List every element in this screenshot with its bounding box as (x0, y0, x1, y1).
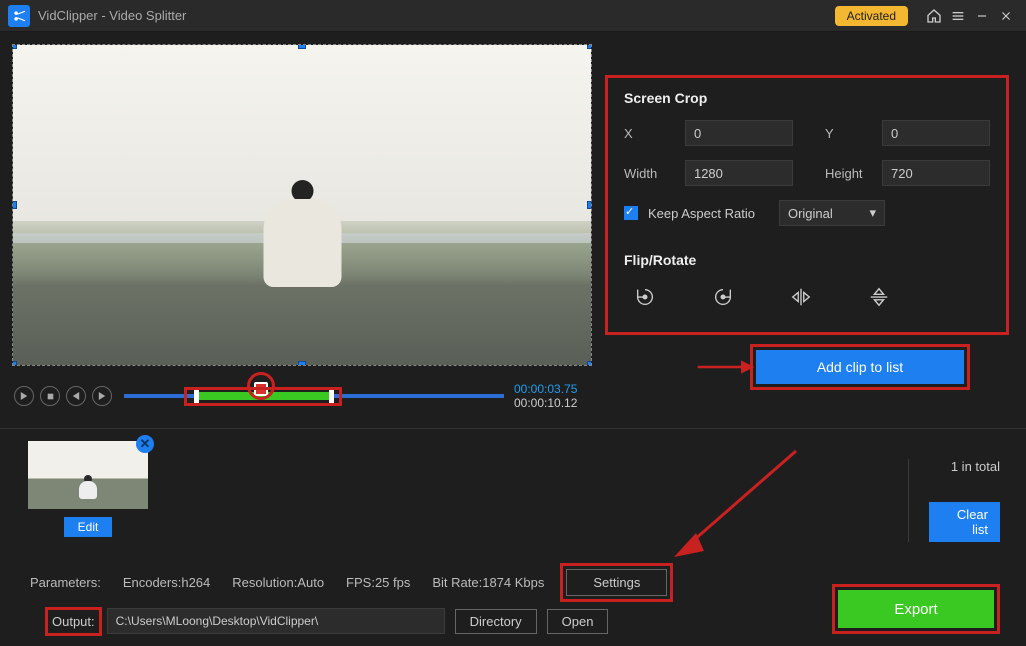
output-label: Output: (50, 612, 97, 631)
screen-crop-panel: Screen Crop X Y Width Height Keep Aspect… (608, 78, 1006, 332)
remove-clip-button[interactable]: ✕ (136, 435, 154, 453)
activated-badge: Activated (835, 6, 908, 26)
x-input[interactable] (685, 120, 793, 146)
x-label: X (624, 126, 685, 141)
crop-title: Screen Crop (624, 90, 990, 106)
params-bitrate: Bit Rate:1874 Kbps (432, 575, 544, 590)
titlebar: VidClipper - Video Splitter Activated (0, 0, 1026, 32)
clear-list-button[interactable]: Clear list (929, 502, 1000, 542)
height-label: Height (825, 166, 882, 181)
play-button[interactable] (14, 386, 34, 406)
open-button[interactable]: Open (547, 609, 609, 634)
close-icon[interactable] (994, 4, 1018, 28)
directory-button[interactable]: Directory (455, 609, 537, 634)
edit-button[interactable]: Edit (64, 517, 112, 537)
arrow-annotation (666, 441, 806, 561)
y-label: Y (825, 126, 882, 141)
clip-count: 1 in total (929, 459, 1000, 474)
height-input[interactable] (882, 160, 990, 186)
arrow-annotation (696, 356, 756, 378)
time-total: 00:00:10.12 (514, 396, 577, 410)
rotate-ccw-icon[interactable] (634, 286, 656, 308)
time-current: 00:00:03.75 (514, 382, 577, 396)
step-fwd-button[interactable] (92, 386, 112, 406)
timeline[interactable] (124, 385, 504, 407)
app-logo (8, 5, 30, 27)
flip-vertical-icon[interactable] (868, 286, 890, 308)
menu-icon[interactable] (946, 4, 970, 28)
export-button[interactable]: Export (838, 590, 994, 628)
window-title: VidClipper - Video Splitter (38, 8, 186, 23)
rotate-cw-icon[interactable] (712, 286, 734, 308)
y-input[interactable] (882, 120, 990, 146)
add-clip-button[interactable]: Add clip to list (756, 350, 964, 384)
flip-horizontal-icon[interactable] (790, 286, 812, 308)
video-preview[interactable] (12, 44, 592, 366)
minimize-icon[interactable] (970, 4, 994, 28)
flip-title: Flip/Rotate (624, 252, 990, 268)
width-label: Width (624, 166, 685, 181)
width-input[interactable] (685, 160, 793, 186)
aspect-label: Keep Aspect Ratio (648, 206, 755, 221)
clip-thumbnail[interactable] (28, 441, 148, 509)
settings-button[interactable]: Settings (566, 569, 667, 596)
chevron-down-icon: ▾ (869, 205, 876, 221)
playhead[interactable] (254, 382, 268, 396)
aspect-select[interactable]: Original ▾ (779, 200, 885, 226)
aspect-checkbox[interactable] (624, 206, 638, 220)
stop-button[interactable] (40, 386, 60, 406)
params-encoders: Encoders:h264 (123, 575, 210, 590)
params-fps: FPS:25 fps (346, 575, 410, 590)
step-back-button[interactable] (66, 386, 86, 406)
params-label: Parameters: (30, 575, 101, 590)
params-resolution: Resolution:Auto (232, 575, 324, 590)
home-icon[interactable] (922, 4, 946, 28)
output-path-input[interactable] (107, 608, 445, 634)
